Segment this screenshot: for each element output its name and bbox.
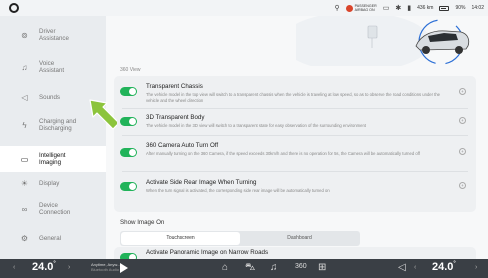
media-info[interactable]: Anytime, Anyw... Bluetooth Audio <box>91 262 120 272</box>
sidebar-item-driver-assistance[interactable]: ⊚ Driver Assistance <box>0 28 106 42</box>
option-description: The vehicle model in the 3D view will sw… <box>146 123 366 128</box>
info-icon[interactable]: + <box>459 182 466 189</box>
volume-icon[interactable]: ◁ <box>398 262 406 274</box>
option-panoramic-narrow-roads: Activate Panoramic Image on Narrow Roads <box>114 247 476 259</box>
temp-right-decrease[interactable]: ‹ <box>414 264 416 271</box>
sos-icon: ▭ <box>382 4 390 12</box>
battery-icon <box>439 5 450 11</box>
signal-icon: ▮ <box>407 4 412 12</box>
show-image-on-label: Show Image On <box>120 219 165 226</box>
status-bar: ⚲ PASSENGER AIRBAG ON ▭ ✱ ▮ 436 km 90% 1… <box>0 0 488 16</box>
sidebar-item-label: Display <box>39 180 60 187</box>
option-title: Transparent Chassis <box>146 83 203 90</box>
info-icon[interactable]: + <box>459 148 466 155</box>
link-icon: ∞ <box>21 204 28 214</box>
car-illustration <box>296 16 470 66</box>
sidebar-item-label: Charging and Discharging <box>39 118 77 132</box>
car-model-icon <box>415 19 470 65</box>
car-icon[interactable]: ⛍ <box>245 262 255 274</box>
divider <box>122 108 468 109</box>
sidebar-item-voice-assistant[interactable]: ♫ Voice Assistant <box>0 60 106 74</box>
dashboard-option[interactable]: Dashboard <box>240 232 359 245</box>
home-icon[interactable]: ⌂ <box>222 262 228 274</box>
pointer-arrow-icon <box>89 99 117 130</box>
range-text: 436 km <box>417 5 434 11</box>
option-description: The vehicle model in the top view will s… <box>146 92 440 103</box>
temp-left[interactable]: 24.0° <box>32 261 56 273</box>
transparent-chassis-toggle[interactable] <box>120 87 137 96</box>
sidebar-item-display[interactable]: ☀ Display <box>0 179 106 188</box>
option-title: 360 Camera Auto Turn Off <box>146 142 219 149</box>
sun-icon: ☀ <box>20 179 29 188</box>
sidebar-item-label: Voice Assistant <box>39 60 65 74</box>
side-rear-image-toggle[interactable] <box>120 182 137 191</box>
option-description: When the turn signal is activated, the c… <box>146 188 330 193</box>
option-title: Activate Panoramic Image on Narrow Roads <box>146 249 269 256</box>
battery-percent: 90% <box>455 5 466 11</box>
option-title: 3D Transparent Body <box>146 114 205 121</box>
option-title: Activate Side Rear Image When Turning <box>146 179 257 186</box>
settings-sidebar: ⊚ Driver Assistance ♫ Voice Assistant ◁ … <box>0 16 106 259</box>
play-icon[interactable] <box>120 263 128 273</box>
location-icon: ⚲ <box>334 4 340 12</box>
speaker-icon: ◁ <box>21 93 28 102</box>
temp-left-decrease[interactable]: ‹ <box>13 264 15 271</box>
brand-logo <box>9 3 19 13</box>
camera-icon: ▭ <box>20 154 29 164</box>
airbag-icon <box>345 4 353 12</box>
airbag-line2: AIRBAG ON <box>354 8 375 12</box>
music-icon[interactable]: ♫ <box>270 262 278 274</box>
divider <box>122 135 468 136</box>
temp-left-increase[interactable]: › <box>68 264 70 271</box>
sidebar-item-label: Device Connection <box>39 202 71 216</box>
sidebar-item-device-connection[interactable]: ∞ Device Connection <box>0 202 106 216</box>
show-image-on-selector: Touchscreen Dashboard <box>120 231 360 246</box>
airbag-indicator: PASSENGER AIRBAG ON <box>345 4 377 12</box>
sidebar-item-intelligent-imaging[interactable]: ▭ Intelligent Imaging <box>0 146 106 172</box>
sidebar-item-label: Driver Assistance <box>39 28 69 42</box>
sidebar-item-label: Sounds <box>39 94 60 101</box>
apps-icon[interactable]: ⊞ <box>318 262 326 274</box>
info-icon[interactable]: + <box>459 88 466 95</box>
charging-icon: ϟ <box>22 120 27 130</box>
option-description: After manually turning on the 360 Camera… <box>146 151 420 156</box>
divider <box>122 171 468 172</box>
section-title: 360 View <box>120 67 141 73</box>
temp-right-increase[interactable]: › <box>475 264 477 271</box>
voice-icon: ♫ <box>21 62 28 72</box>
bottom-bar: ‹ 24.0° › Anytime, Anyw... Bluetooth Aud… <box>0 259 488 278</box>
camera-360-button[interactable]: 360 <box>295 263 307 270</box>
gear-icon: ⚙ <box>20 234 29 243</box>
bluetooth-icon: ✱ <box>395 4 402 12</box>
sidebar-item-general[interactable]: ⚙ General <box>0 234 106 243</box>
360-camera-auto-off-toggle[interactable] <box>120 148 137 157</box>
options-card: Transparent Chassis The vehicle model in… <box>114 76 476 212</box>
info-icon[interactable]: + <box>459 117 466 124</box>
clock: 14:02 <box>471 5 484 11</box>
3d-transparent-body-toggle[interactable] <box>120 117 137 126</box>
touchscreen-option[interactable]: Touchscreen <box>121 232 240 245</box>
settings-main-panel: 360 View Transparent Chassis The vehicle… <box>106 16 488 259</box>
temp-right[interactable]: 24.0° <box>432 261 456 273</box>
steering-icon: ⊚ <box>21 30 28 40</box>
sidebar-item-label: General <box>39 235 62 242</box>
status-area: ⚲ PASSENGER AIRBAG ON ▭ ✱ ▮ 436 km 90% 1… <box>334 2 484 14</box>
media-source: Bluetooth Audio <box>91 267 120 272</box>
sidebar-item-label: Intelligent Imaging <box>39 152 66 166</box>
